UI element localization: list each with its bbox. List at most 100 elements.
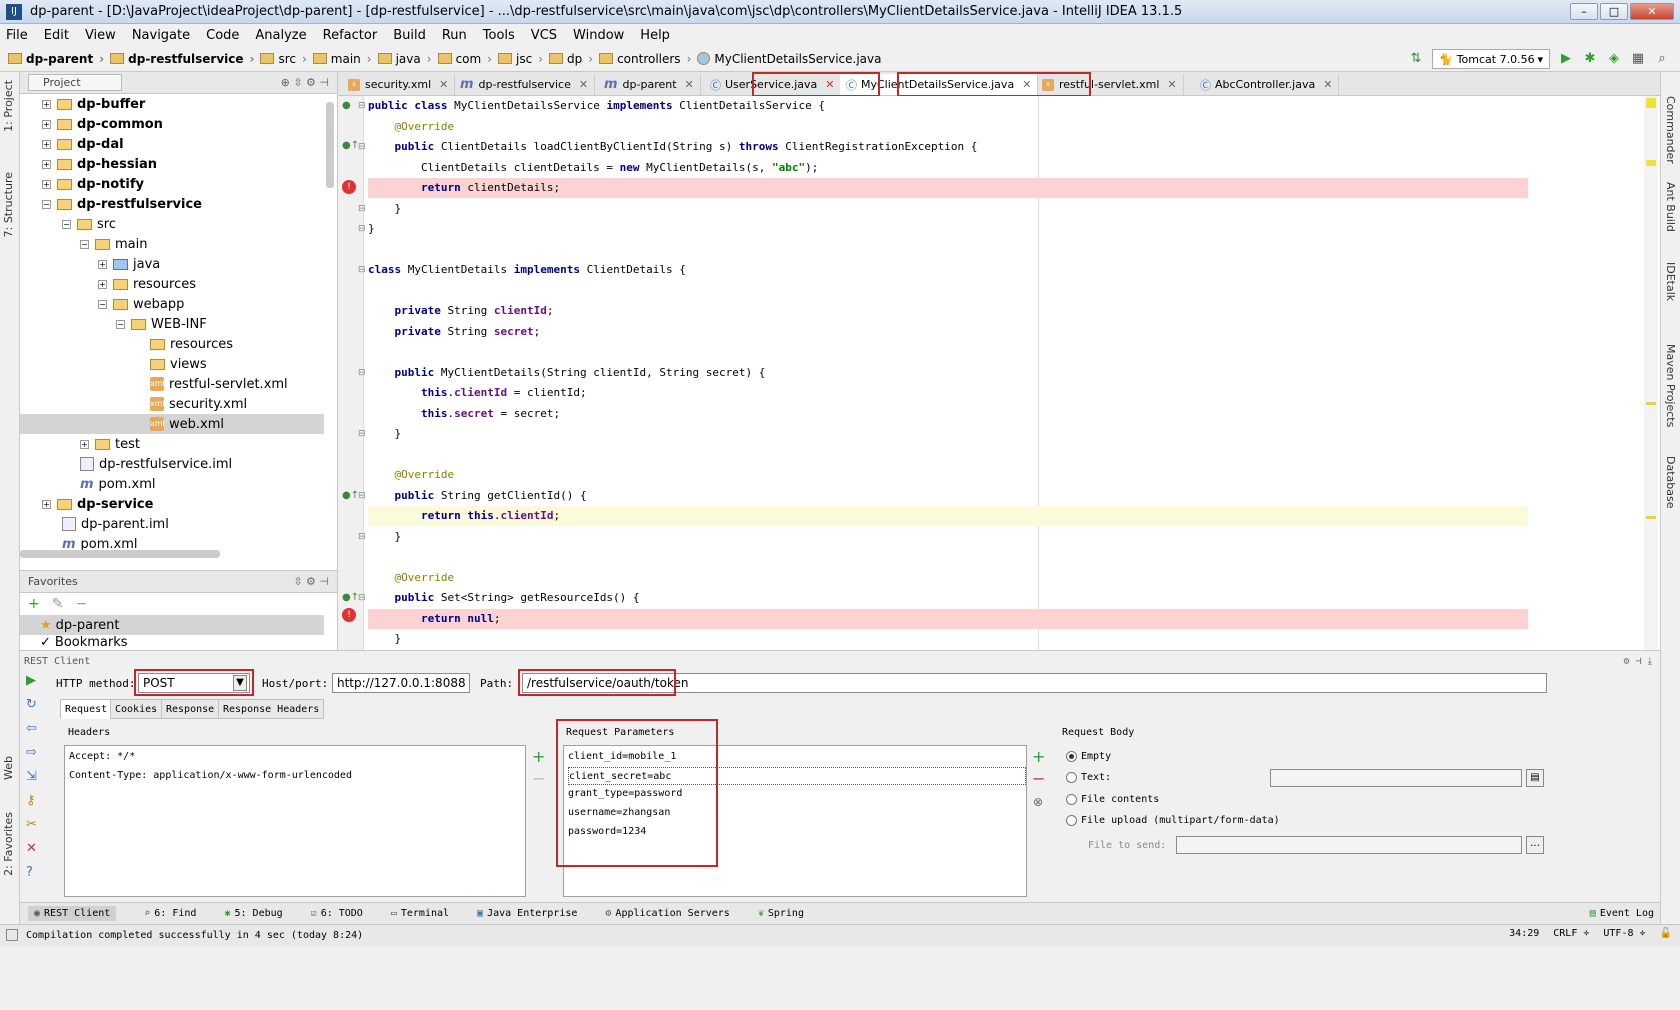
tree-item[interactable]: + dp-service — [42, 494, 153, 514]
web-tool-tab[interactable]: Web — [2, 756, 15, 780]
close-icon[interactable]: ✕ — [439, 78, 448, 91]
favorites-tool-tab[interactable]: 2: Favorites — [2, 812, 15, 876]
close-button[interactable]: ✕ — [1630, 3, 1674, 20]
fold-icon[interactable]: ⊟ — [358, 224, 366, 234]
tree-item[interactable]: + java — [98, 254, 160, 274]
back-icon[interactable]: ⇦ — [26, 721, 37, 736]
code-line[interactable]: } — [368, 629, 1528, 649]
breadcrumb[interactable]: MyClientDetailsService.java — [697, 52, 881, 66]
code-line[interactable]: this.secret = secret; — [368, 404, 1528, 424]
close-icon[interactable]: ✕ — [1167, 78, 1176, 91]
horizontal-scrollbar[interactable] — [20, 550, 220, 558]
tree-item[interactable]: − dp-restfulservice — [42, 194, 202, 214]
expand-icon[interactable]: + — [80, 439, 89, 449]
tool-find[interactable]: ⌕ 6: Find — [144, 908, 196, 919]
tree-item[interactable]: + dp-hessian — [42, 154, 157, 174]
warning-mark[interactable] — [1646, 516, 1656, 519]
code-line[interactable]: public class MyClientDetailsService impl… — [368, 96, 1528, 116]
code-line[interactable]: @Override — [368, 465, 1528, 485]
help-icon[interactable]: ? — [26, 865, 33, 880]
project-structure-icon[interactable]: ▦ — [1630, 51, 1646, 67]
breadcrumb[interactable]: jsc › — [498, 52, 543, 66]
breadcrumb[interactable]: controllers › — [599, 52, 691, 66]
tree-item[interactable]: + test — [80, 434, 140, 454]
menu-vcs[interactable]: VCS — [531, 28, 557, 43]
error-stripe[interactable] — [1644, 96, 1658, 650]
clear-icon[interactable]: ⊗ — [1033, 795, 1043, 809]
collapse-icon[interactable]: − — [80, 239, 89, 249]
host-port-input[interactable]: http://127.0.0.1:8088 — [332, 673, 470, 693]
tab-abccontroller-java[interactable]: Ⓒ AbcController.java ✕ — [1194, 74, 1340, 95]
code-line[interactable]: this.clientId = clientId; — [368, 383, 1528, 403]
override-icon[interactable]: ●↑ — [342, 592, 359, 603]
remove-parameter-icon[interactable]: − — [1032, 769, 1045, 788]
fold-icon[interactable]: ⊟ — [358, 101, 366, 111]
close-icon[interactable]: ✕ — [26, 841, 37, 856]
breadcrumb[interactable]: dp-restfulservice › — [110, 52, 254, 66]
project-view-select[interactable]: Project — [28, 74, 122, 91]
tab-dp-parent[interactable]: m dp-parent ✕ — [598, 74, 701, 95]
close-icon[interactable]: ✕ — [579, 78, 588, 91]
expand-icon[interactable]: + — [98, 279, 107, 289]
tool-spring[interactable]: ❦ Spring — [758, 908, 804, 919]
tree-item[interactable]: resources — [150, 334, 233, 354]
remove-icon[interactable]: − — [75, 596, 87, 612]
tool-application-servers[interactable]: ⚙ Application Servers — [605, 908, 729, 919]
code-line[interactable]: return null; — [368, 608, 1528, 629]
panel-tools-icon[interactable]: ⚙ ⊣ ⤓ — [1623, 656, 1652, 667]
tree-item[interactable]: + dp-buffer — [42, 94, 145, 114]
menu-build[interactable]: Build — [393, 28, 426, 43]
debug-icon[interactable]: ✱ — [1582, 51, 1598, 67]
expand-icon[interactable]: + — [42, 499, 51, 509]
collapse-icon[interactable]: − — [98, 299, 107, 309]
code-line[interactable]: public MyClientDetails(String clientId, … — [368, 363, 1528, 383]
tool-todo[interactable]: ☑ 6: TODO — [311, 908, 363, 919]
warning-mark[interactable] — [1646, 160, 1656, 166]
tool-rest-client[interactable]: ◉ REST Client — [28, 906, 117, 921]
menu-analyze[interactable]: Analyze — [255, 28, 306, 43]
close-icon[interactable]: ✕ — [1323, 78, 1332, 91]
fold-icon[interactable]: ⊟ — [358, 491, 366, 501]
http-proxy-icon[interactable]: ⚷ — [26, 793, 36, 808]
tree-item[interactable]: dp-parent.iml — [62, 514, 169, 534]
lock-icon[interactable]: 🔓 — [1660, 928, 1672, 939]
override-icon[interactable]: ●↑ — [342, 140, 359, 151]
tree-item[interactable]: − src — [62, 214, 116, 234]
refresh-icon[interactable]: ↻ — [26, 697, 37, 712]
close-icon[interactable]: ✕ — [685, 78, 694, 91]
tree-item[interactable]: + dp-common — [42, 114, 163, 134]
code-line[interactable]: public ClientDetails loadClientByClientI… — [368, 137, 1528, 157]
code-line[interactable]: return clientDetails; — [368, 178, 1528, 198]
fold-icon[interactable]: ⊟ — [358, 368, 366, 378]
project-tool-tab[interactable]: 1: Project — [2, 80, 15, 132]
menu-tools[interactable]: Tools — [483, 28, 515, 43]
code-line[interactable]: private String clientId; — [368, 301, 1528, 321]
tree-item[interactable]: − main — [80, 234, 147, 254]
tool-event-log[interactable]: ▤ Event Log — [1590, 908, 1654, 919]
code-line[interactable] — [368, 547, 1528, 567]
code-editor[interactable]: ⊟ ⊟ ⊟ ⊟ ⊟ ⊟ ⊟ ⊟ ⊟ ⊟ public class MyClientDetailsS… — [338, 96, 1660, 650]
panel-tools-icon[interactable]: ⊕ ⇳ ⚙ ⊣ — [281, 76, 329, 89]
code-line[interactable]: } — [368, 527, 1528, 547]
ant-build-tool-tab[interactable]: Ant Build — [1664, 182, 1677, 232]
tool-debug[interactable]: ✱ 5: Debug — [224, 908, 282, 919]
menu-view[interactable]: View — [85, 28, 116, 43]
fold-icon[interactable]: ⊟ — [358, 593, 366, 603]
body-text-input[interactable] — [1270, 769, 1522, 787]
breadcrumb[interactable]: src › — [260, 52, 307, 66]
remove-header-icon[interactable]: − — [532, 769, 545, 788]
tree-item[interactable]: + resources — [98, 274, 196, 294]
menu-edit[interactable]: Edit — [44, 28, 69, 43]
code-line[interactable] — [368, 342, 1528, 362]
code-line[interactable]: @Override — [368, 117, 1528, 137]
code-line[interactable]: @Override — [368, 568, 1528, 588]
tree-item[interactable]: − WEB-INF — [116, 314, 207, 334]
caret-position[interactable]: 34:29 — [1509, 928, 1539, 939]
tree-item[interactable]: views — [150, 354, 207, 374]
tool-java-enterprise[interactable]: ▣ Java Enterprise — [477, 908, 577, 919]
tab-dp-restfulservice[interactable]: m dp-restfulservice ✕ — [454, 74, 596, 95]
code-line[interactable] — [368, 240, 1528, 260]
add-parameter-icon[interactable]: + — [1032, 747, 1045, 766]
tool-terminal[interactable]: ▭ Terminal — [391, 908, 449, 919]
error-icon[interactable]: ! — [342, 608, 356, 622]
